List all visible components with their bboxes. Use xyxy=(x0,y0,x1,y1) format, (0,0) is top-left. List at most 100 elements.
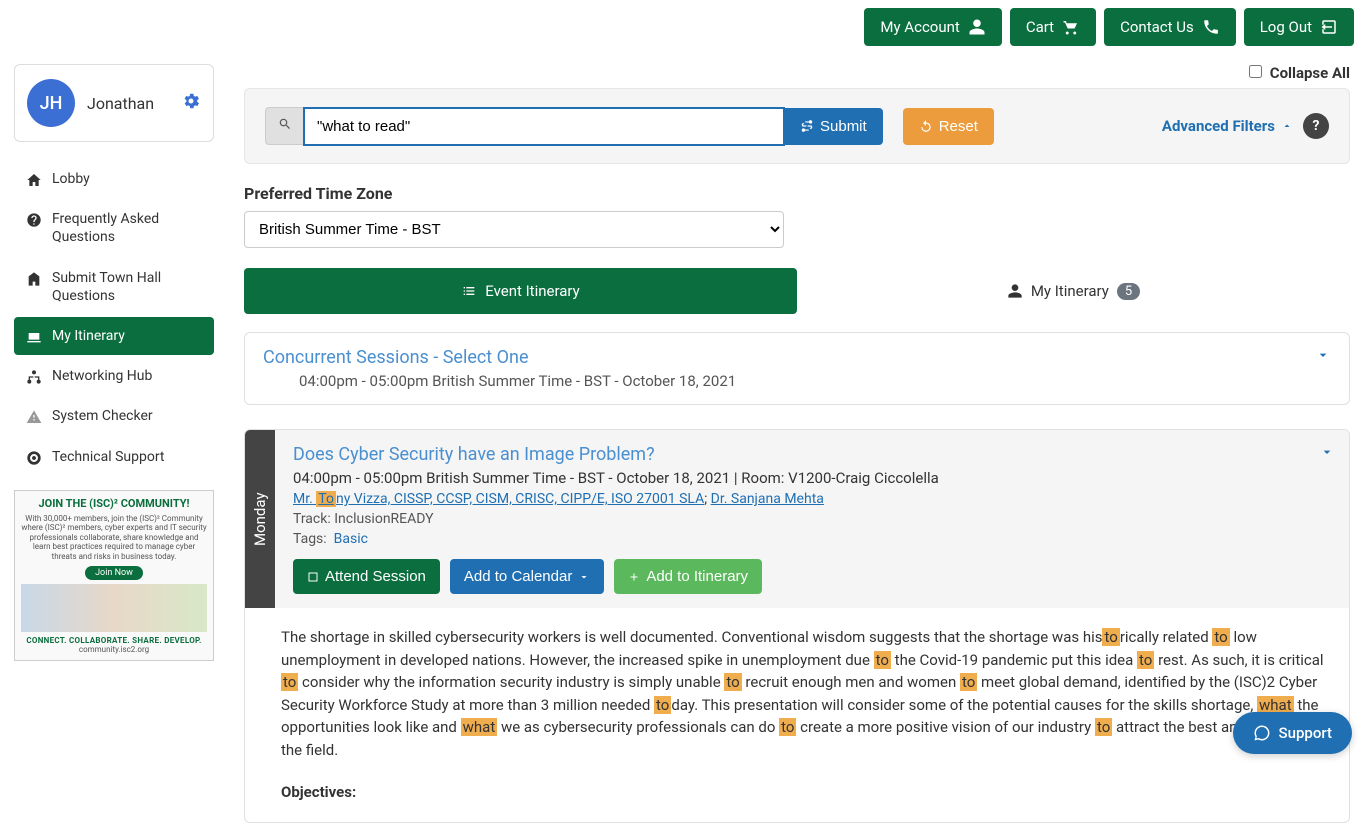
sidenav-label: Lobby xyxy=(52,170,90,188)
user-card: JH Jonathan xyxy=(14,64,214,142)
add-to-calendar-button[interactable]: Add to Calendar xyxy=(450,559,604,594)
lifebuoy-icon xyxy=(26,450,42,466)
main-content: Collapse All Submit Reset Advanced Filte… xyxy=(228,54,1366,837)
network-icon xyxy=(26,369,42,385)
sidenav-faq[interactable]: Frequently Asked Questions xyxy=(14,200,214,256)
promo-footer: CONNECT. COLLABORATE. SHARE. DEVELOP. xyxy=(21,636,207,645)
session-actions: Attend Session Add to Calendar Add to It… xyxy=(293,559,1331,594)
log-out-label: Log Out xyxy=(1260,18,1312,36)
session-day: Monday xyxy=(245,430,275,608)
sidenav-label: Networking Hub xyxy=(52,367,152,385)
sidenav-networking[interactable]: Networking Hub xyxy=(14,357,214,395)
cart-label: Cart xyxy=(1026,18,1054,36)
plus-icon xyxy=(628,571,640,583)
chevron-down-icon xyxy=(1315,347,1331,363)
tab-label: My Itinerary xyxy=(1031,282,1109,300)
square-icon xyxy=(307,571,319,583)
username: Jonathan xyxy=(87,94,169,113)
session-tags: Tags: Basic xyxy=(293,531,1331,547)
caret-down-icon xyxy=(578,571,590,583)
tabs: Event Itinerary My Itinerary 5 xyxy=(244,268,1350,314)
chat-icon xyxy=(1253,724,1271,742)
sidenav-system-checker[interactable]: System Checker xyxy=(14,397,214,435)
user-icon xyxy=(1007,283,1023,299)
reset-button[interactable]: Reset xyxy=(903,108,994,145)
presenter-link[interactable]: Mr. Tony Vizza, CISSP, CCSP, CISM, CRISC… xyxy=(293,491,704,507)
sidenav-label: Frequently Asked Questions xyxy=(52,210,202,246)
side-nav: Lobby Frequently Asked Questions Submit … xyxy=(14,160,214,476)
log-out-button[interactable]: Log Out xyxy=(1244,8,1354,46)
my-account-label: My Account xyxy=(880,18,959,36)
user-icon xyxy=(968,18,986,36)
my-account-button[interactable]: My Account xyxy=(864,8,1001,46)
chevron-down-icon xyxy=(1319,444,1335,460)
sidenav-my-itinerary[interactable]: My Itinerary xyxy=(14,317,214,355)
collapse-all-checkbox[interactable] xyxy=(1249,65,1262,78)
sidebar: JH Jonathan Lobby Frequently Asked Quest… xyxy=(0,54,228,837)
sidenav-label: My Itinerary xyxy=(52,327,125,345)
presenter-link[interactable]: Dr. Sanjana Mehta xyxy=(711,491,824,507)
tab-event-itinerary[interactable]: Event Itinerary xyxy=(244,268,797,314)
collapse-all-label[interactable]: Collapse All xyxy=(1270,64,1350,82)
logout-icon xyxy=(1320,18,1338,36)
sidenav-label: Technical Support xyxy=(52,448,165,466)
help-button[interactable]: ? xyxy=(1303,113,1329,139)
section-toggle[interactable] xyxy=(1315,347,1331,367)
submit-label: Submit xyxy=(820,118,867,135)
session-description: The shortage in skilled cybersecurity wo… xyxy=(245,608,1349,822)
tag-link[interactable]: Basic xyxy=(334,531,368,547)
laptop-icon xyxy=(26,329,42,345)
advanced-filters-toggle[interactable]: Advanced Filters xyxy=(1162,117,1293,135)
contact-us-label: Contact Us xyxy=(1120,18,1194,36)
section-subtitle: 04:00pm - 05:00pm British Summer Time - … xyxy=(263,372,1331,390)
sidenav-label: System Checker xyxy=(52,407,153,425)
contact-us-button[interactable]: Contact Us xyxy=(1104,8,1236,46)
attend-label: Attend Session xyxy=(325,568,426,585)
session-presenters: Mr. Tony Vizza, CISSP, CCSP, CISM, CRISC… xyxy=(293,491,1331,507)
promo-image xyxy=(21,584,207,632)
tab-my-itinerary[interactable]: My Itinerary 5 xyxy=(797,268,1350,314)
session-track: Track: InclusionREADY xyxy=(293,511,1331,527)
tab-label: Event Itinerary xyxy=(485,282,580,300)
sidenav-lobby[interactable]: Lobby xyxy=(14,160,214,198)
phone-icon xyxy=(1202,18,1220,36)
session-toggle[interactable] xyxy=(1319,444,1335,464)
session-card: Monday Does Cyber Security have an Image… xyxy=(244,429,1350,823)
building-icon xyxy=(26,271,42,287)
collapse-all-row: Collapse All xyxy=(244,64,1350,82)
search-input[interactable] xyxy=(304,108,784,145)
timezone-label: Preferred Time Zone xyxy=(244,184,1350,203)
top-nav: My Account Cart Contact Us Log Out xyxy=(0,0,1366,54)
cart-icon xyxy=(1062,18,1080,36)
cart-button[interactable]: Cart xyxy=(1010,8,1096,46)
home-icon xyxy=(26,172,42,188)
settings-button[interactable] xyxy=(181,91,201,115)
sidenav-townhall[interactable]: Submit Town Hall Questions xyxy=(14,259,214,315)
undo-icon xyxy=(919,119,933,133)
add-label: Add to Itinerary xyxy=(646,568,748,585)
search-icon xyxy=(278,117,292,131)
session-title[interactable]: Does Cyber Security have an Image Proble… xyxy=(293,444,1331,465)
description-text: The shortage in skilled cybersecurity wo… xyxy=(281,626,1331,761)
timezone-select[interactable]: British Summer Time - BST xyxy=(244,211,784,248)
sidenav-tech-support[interactable]: Technical Support xyxy=(14,438,214,476)
objectives-heading: Objectives: xyxy=(281,781,1331,804)
support-fab[interactable]: Support xyxy=(1233,712,1352,754)
add-to-itinerary-button[interactable]: Add to Itinerary xyxy=(614,559,762,594)
session-head: Does Cyber Security have an Image Proble… xyxy=(275,430,1349,608)
promo-headline: JOIN THE (ISC)² COMMUNITY! xyxy=(21,497,207,510)
promo-join-button[interactable]: Join Now xyxy=(85,566,143,580)
promo-banner[interactable]: JOIN THE (ISC)² COMMUNITY! With 30,000+ … xyxy=(14,490,214,661)
gear-icon xyxy=(181,91,201,111)
tab-count-badge: 5 xyxy=(1117,283,1140,300)
calendar-label: Add to Calendar xyxy=(464,568,572,585)
chevron-up-icon xyxy=(1281,120,1293,132)
advanced-filters-label: Advanced Filters xyxy=(1162,117,1275,135)
share-icon xyxy=(800,119,814,133)
warning-icon xyxy=(26,409,42,425)
submit-button[interactable]: Submit xyxy=(784,108,883,145)
attend-session-button[interactable]: Attend Session xyxy=(293,559,440,594)
search-bar: Submit Reset Advanced Filters ? xyxy=(244,88,1350,164)
session-header: Monday Does Cyber Security have an Image… xyxy=(245,430,1349,608)
session-meta: 04:00pm - 05:00pm British Summer Time - … xyxy=(293,469,1331,487)
